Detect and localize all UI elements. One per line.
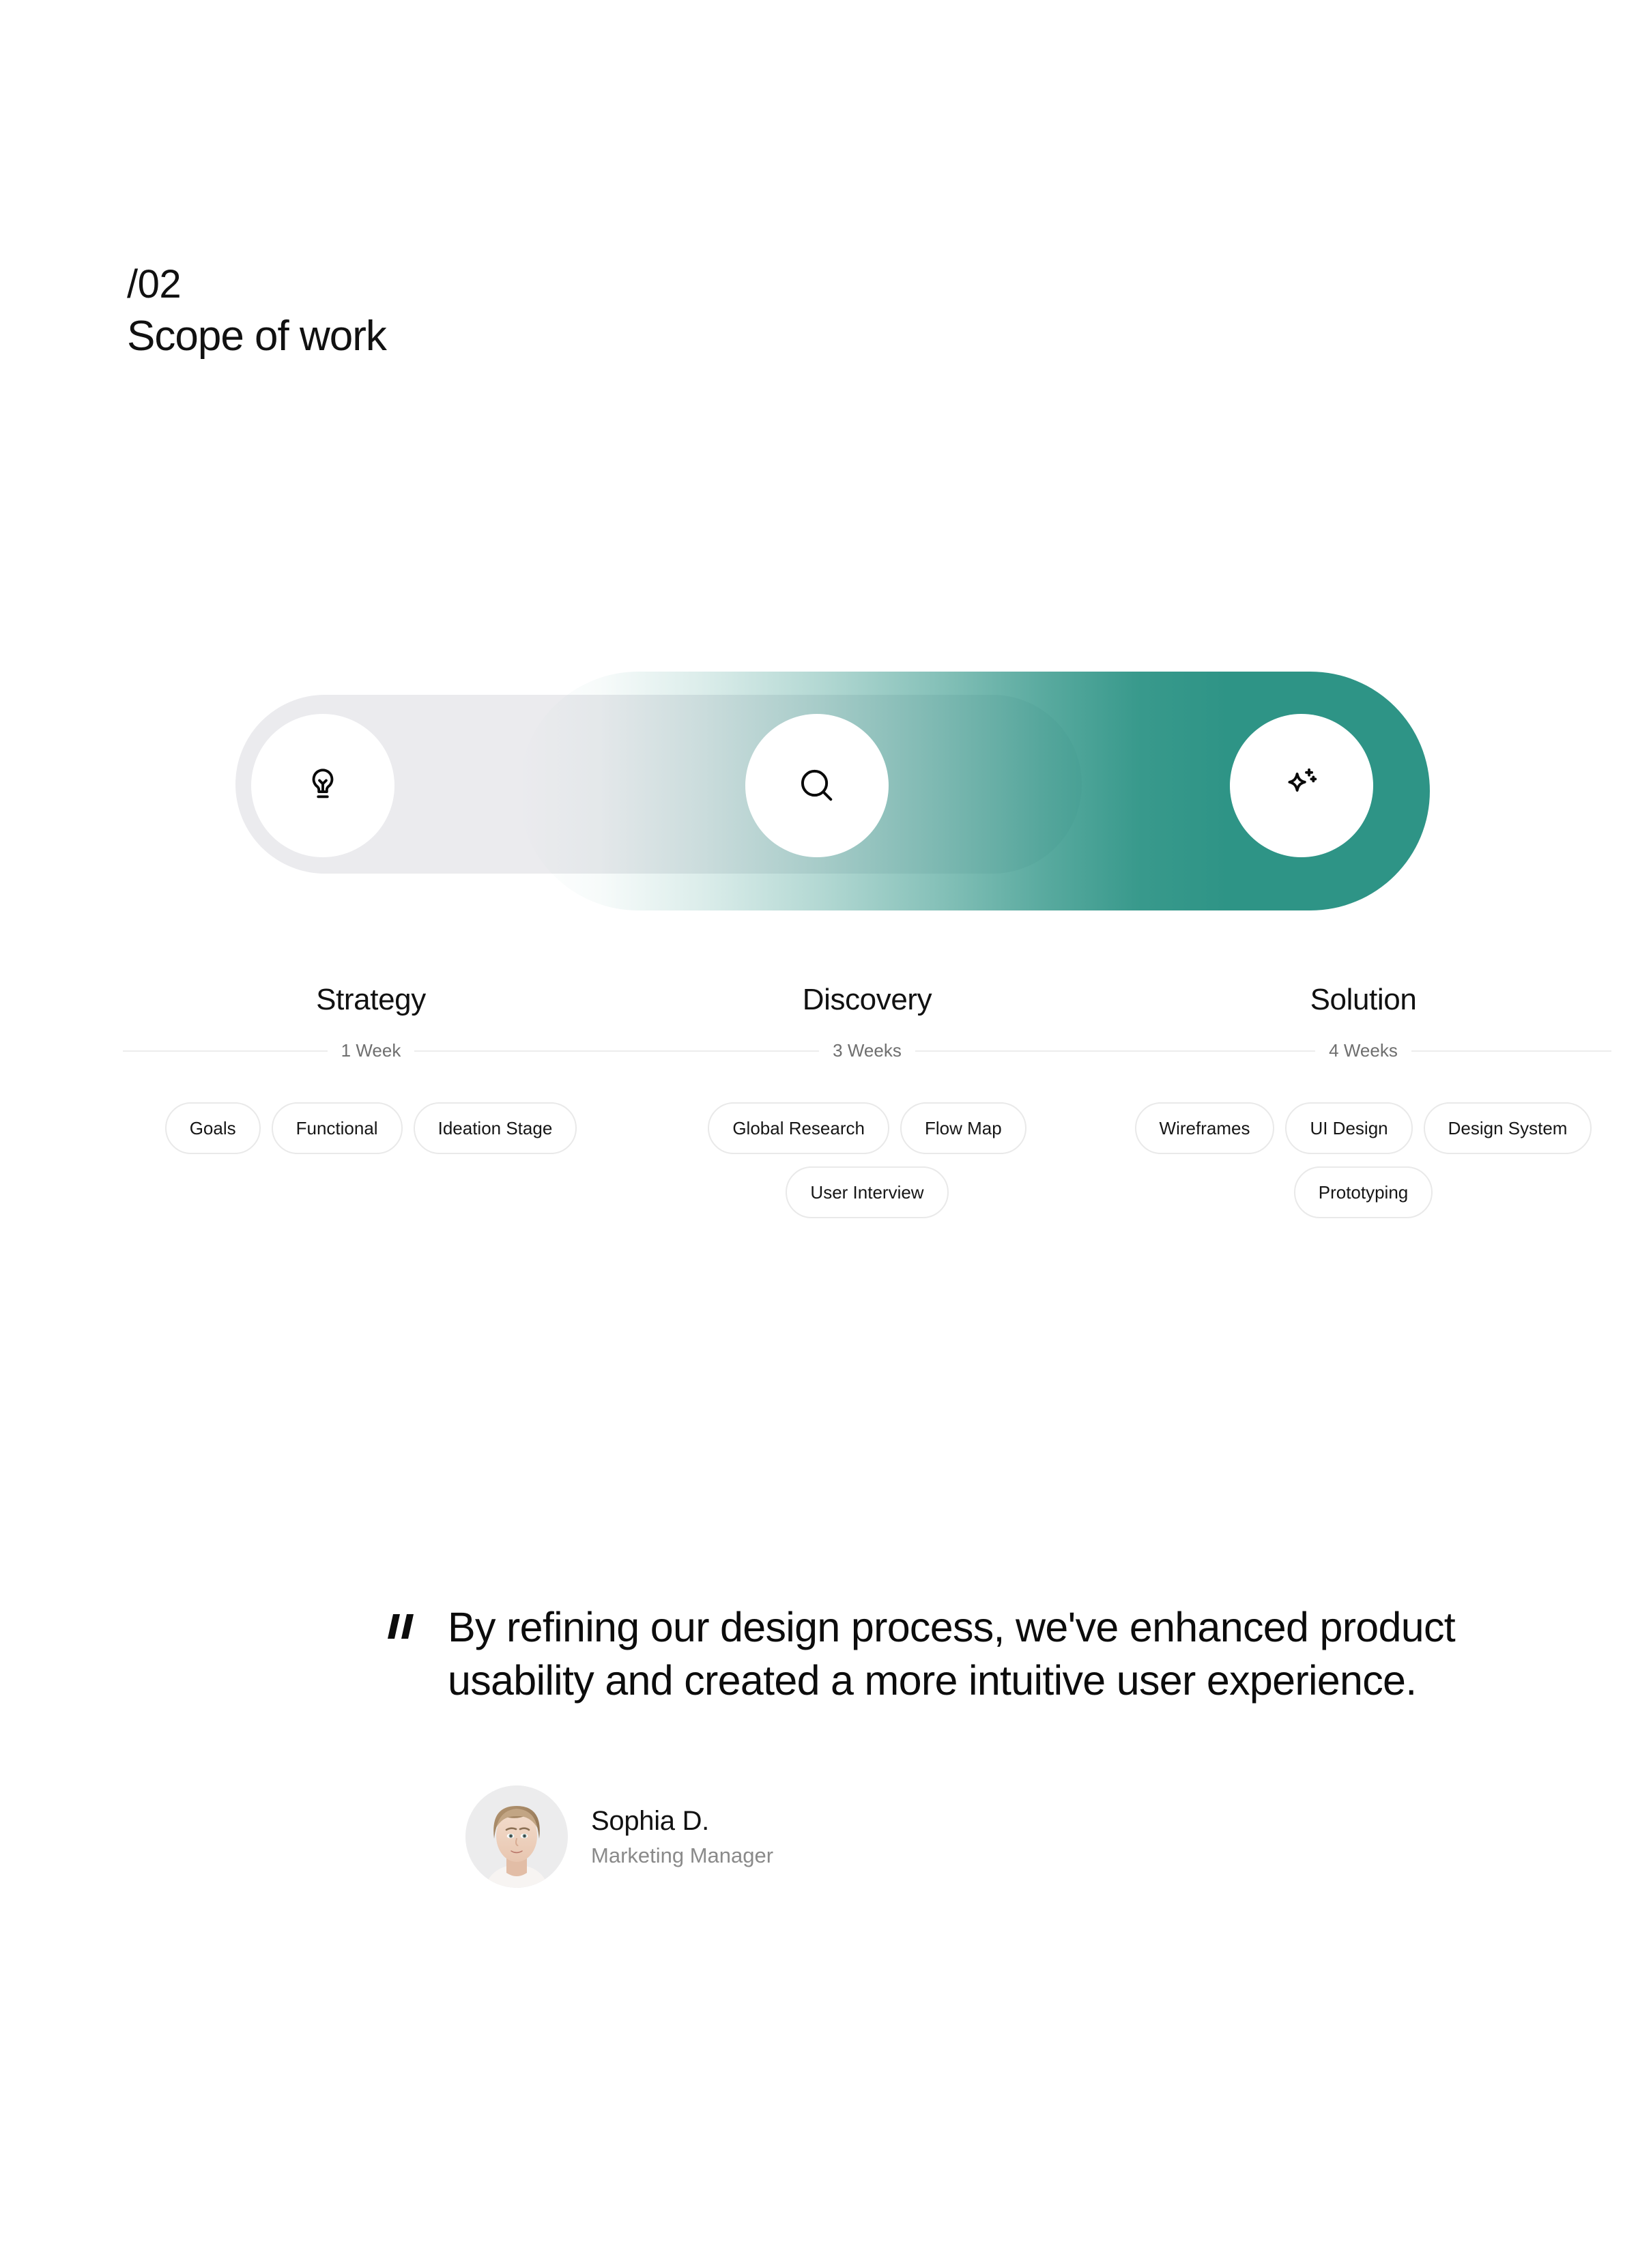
tag-chip[interactable]: Goals <box>164 1102 261 1154</box>
tag-chip[interactable]: Design System <box>1423 1102 1592 1154</box>
author-meta: Sophia D. Marketing Manager <box>591 1806 773 1868</box>
lightbulb-icon <box>302 764 344 807</box>
quote-row: By refining our design process, we've en… <box>382 1600 1502 1707</box>
section-number: /02 <box>127 262 182 306</box>
phase-tag-list: Global Research Flow Map User Interview <box>619 1102 1115 1218</box>
slide-root: /02 Scope of work Strategy 1 Week Goals … <box>0 0 1638 2268</box>
page-header: /02 Scope of work <box>127 262 387 360</box>
duration-label: 1 Week <box>341 1040 401 1061</box>
author-name: Sophia D. <box>591 1805 709 1836</box>
tag-chip[interactable]: Ideation Stage <box>413 1102 577 1154</box>
progress-step-strategy[interactable] <box>251 714 394 857</box>
phase-duration: 3 Weeks <box>619 1040 1115 1061</box>
phase-tag-list: Wireframes UI Design Design System Proto… <box>1115 1102 1611 1218</box>
phase-title: Strategy <box>316 983 426 1016</box>
phase-column-discovery: Discovery 3 Weeks Global Research Flow M… <box>619 983 1115 1218</box>
tag-chip[interactable]: Global Research <box>708 1102 889 1154</box>
phase-title: Discovery <box>802 983 932 1016</box>
progress-step-solution[interactable] <box>1230 714 1373 857</box>
divider-right <box>414 1050 619 1052</box>
duration-label: 4 Weeks <box>1329 1040 1398 1061</box>
quote-author: Sophia D. Marketing Manager <box>465 1785 1502 1889</box>
phase-column-strategy: Strategy 1 Week Goals Functional Ideatio… <box>123 983 619 1218</box>
phase-duration: 4 Weeks <box>1115 1040 1611 1061</box>
tag-chip[interactable]: Functional <box>271 1102 403 1154</box>
divider-right <box>915 1050 1115 1052</box>
phase-duration: 1 Week <box>123 1040 619 1061</box>
tag-chip[interactable]: UI Design <box>1285 1102 1413 1154</box>
phase-title: Solution <box>1310 983 1417 1016</box>
testimonial: By refining our design process, we've en… <box>382 1600 1502 1889</box>
search-icon <box>795 764 839 807</box>
page-title: Scope of work <box>127 312 387 360</box>
tag-chip[interactable]: User Interview <box>786 1166 949 1218</box>
divider-left <box>1115 1050 1316 1052</box>
divider-right <box>1411 1050 1611 1052</box>
tag-chip[interactable]: Wireframes <box>1134 1102 1275 1154</box>
divider-left <box>123 1050 328 1052</box>
author-role: Marketing Manager <box>591 1843 774 1867</box>
progress-step-discovery[interactable] <box>745 714 889 857</box>
progress-tracker <box>0 655 1638 942</box>
phase-tag-list: Goals Functional Ideation Stage <box>123 1102 619 1154</box>
tag-chip[interactable]: Prototyping <box>1293 1166 1433 1218</box>
duration-label: 3 Weeks <box>833 1040 902 1061</box>
avatar <box>465 1785 568 1889</box>
quote-icon <box>382 1610 422 1650</box>
sparkle-icon <box>1280 764 1323 807</box>
quote-text: By refining our design process, we've en… <box>448 1604 1456 1704</box>
phase-column-solution: Solution 4 Weeks Wireframes UI Design De… <box>1115 983 1611 1218</box>
phase-columns: Strategy 1 Week Goals Functional Ideatio… <box>0 983 1638 1218</box>
tag-chip[interactable]: Flow Map <box>900 1102 1026 1154</box>
divider-left <box>619 1050 820 1052</box>
